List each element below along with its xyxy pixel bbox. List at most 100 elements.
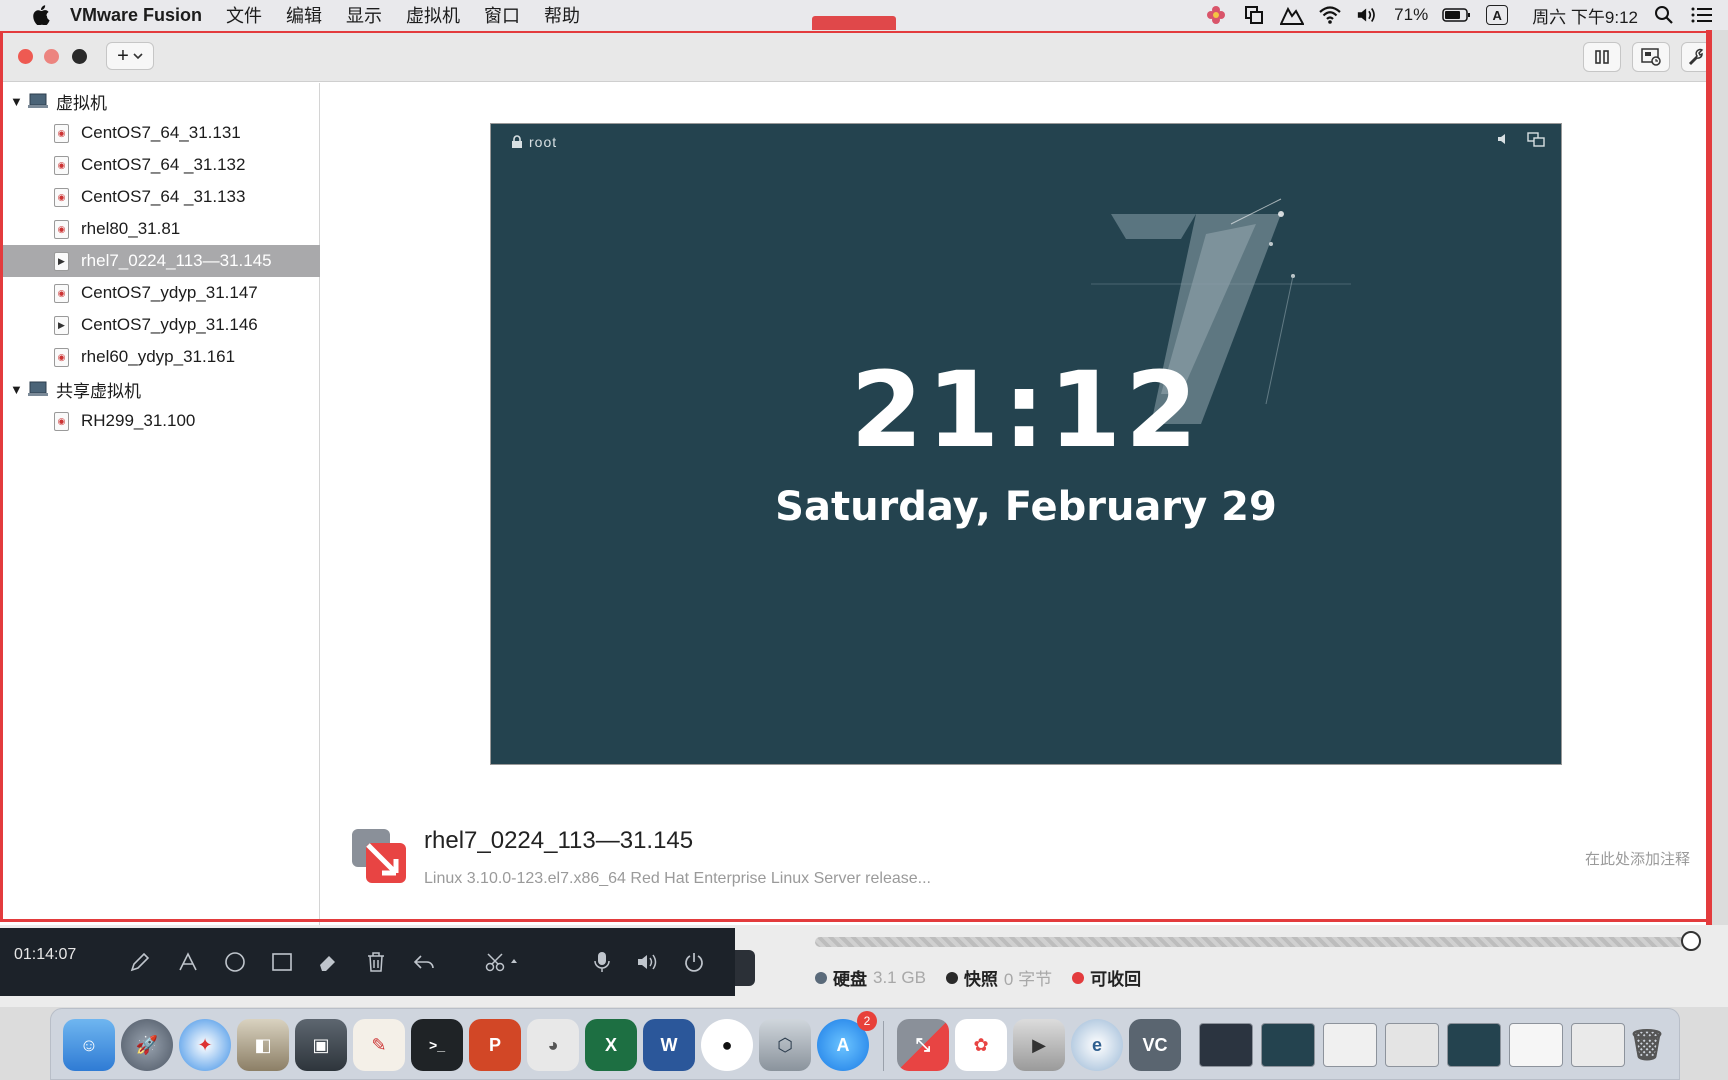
finder-icon[interactable]: ☺ — [63, 1019, 115, 1071]
vm-item-label: rhel60_ydyp_31.161 — [81, 347, 236, 366]
textedit-icon[interactable]: ✎ — [353, 1019, 405, 1071]
trash-icon[interactable]: 🗑 — [1621, 1019, 1673, 1071]
snapshot-label: 快照 — [963, 970, 998, 989]
vm-item[interactable]: ◉ rhel60_ydyp_31.161 — [0, 341, 320, 373]
wechat-icon[interactable]: ◕ — [527, 1019, 579, 1071]
window-thumbnail[interactable] — [1509, 1023, 1563, 1067]
group-virtual-machines[interactable]: ▼ 虚拟机 — [0, 85, 320, 117]
window-toolbar: + — [0, 30, 1712, 82]
window-minimize-button[interactable] — [44, 49, 59, 64]
group-label: 共享虚拟机 — [56, 381, 141, 401]
recorder-toolbar-handle[interactable] — [735, 950, 755, 986]
spotlight-search-icon[interactable] — [1652, 4, 1676, 26]
menu-file[interactable]: 文件 — [226, 2, 262, 28]
storage-legend: 硬盘 3.1 GB 快照 0 字节 可收回 — [815, 965, 1141, 990]
rectangle-tool-icon[interactable] — [268, 948, 296, 976]
window-thumbnail[interactable] — [1323, 1023, 1377, 1067]
window-thumbnail[interactable] — [1385, 1023, 1439, 1067]
menu-view[interactable]: 显示 — [346, 2, 382, 28]
power-icon[interactable] — [680, 948, 708, 976]
flower-app-icon[interactable]: ✿ — [955, 1019, 1007, 1071]
word-icon[interactable]: W — [643, 1019, 695, 1071]
qq-icon[interactable]: ● — [701, 1019, 753, 1071]
vm-item[interactable]: ◉ RH299_31.100 — [0, 405, 320, 437]
app-name[interactable]: VMware Fusion — [70, 5, 202, 26]
input-source-badge[interactable]: A — [1486, 5, 1509, 25]
group-shared-virtual-machines[interactable]: ▼ 共享虚拟机 — [0, 373, 320, 405]
vm-item[interactable]: ◉ CentOS7_64 _31.132 — [0, 149, 320, 181]
vm-stopped-icon: ◉ — [54, 219, 69, 239]
menu-window[interactable]: 窗口 — [484, 2, 520, 28]
vm-item[interactable]: ◉ rhel80_31.81 — [0, 213, 320, 245]
add-vm-button[interactable]: + — [106, 42, 154, 70]
refresh-icon[interactable] — [1681, 931, 1701, 951]
vm-item-selected[interactable]: ▶ rhel7_0224_113—31.145 — [0, 245, 320, 277]
lock-screen-time: 21:12 — [850, 349, 1202, 471]
volume-icon[interactable] — [1356, 4, 1380, 26]
menubar-clock[interactable]: 周六 下午9:12 — [1532, 3, 1638, 28]
recording-region-edge — [1706, 30, 1712, 925]
vm-item[interactable]: ◉ CentOS7_64 _31.133 — [0, 181, 320, 213]
preview-icon[interactable]: ◧ — [237, 1019, 289, 1071]
vm-item[interactable]: ▶ CentOS7_ydyp_31.146 — [0, 309, 320, 341]
battery-icon[interactable] — [1442, 4, 1472, 26]
vmware-fusion-logo-icon — [352, 829, 406, 883]
vm-item-label: RH299_31.100 — [81, 411, 196, 430]
add-label: + — [117, 44, 129, 67]
vm-stopped-icon: ◉ — [54, 347, 69, 367]
apple-menu-icon[interactable] — [26, 5, 56, 25]
media-player-icon[interactable]: ▶ — [1013, 1019, 1065, 1071]
disclosure-triangle-icon[interactable]: ▼ — [10, 94, 26, 109]
menu-virtual-machine[interactable]: 虚拟机 — [406, 2, 460, 28]
vm-item[interactable]: ◉ CentOS7_64_31.131 — [0, 117, 320, 149]
powerpoint-icon[interactable]: P — [469, 1019, 521, 1071]
pen-icon[interactable] — [126, 948, 154, 976]
notification-center-icon[interactable] — [1690, 4, 1714, 26]
lock-screen-date: Saturday, February 29 — [775, 484, 1277, 530]
mountain-tray-icon[interactable] — [1280, 4, 1305, 26]
menu-edit[interactable]: 编辑 — [286, 2, 322, 28]
facetime-icon[interactable]: ▣ — [295, 1019, 347, 1071]
safari-icon[interactable]: ✦ — [179, 1019, 231, 1071]
text-tool-icon[interactable] — [174, 948, 202, 976]
vm-item-label: rhel7_0224_113—31.145 — [81, 251, 272, 270]
window-thumbnail[interactable] — [1447, 1023, 1501, 1067]
window-thumbnail[interactable] — [1199, 1023, 1253, 1067]
disclosure-triangle-icon[interactable]: ▼ — [10, 382, 26, 397]
virtualbox-icon[interactable]: ⬡ — [759, 1019, 811, 1071]
vm-console-preview[interactable]: root 21:12 Saturday, February 29 — [490, 123, 1562, 765]
window-zoom-button[interactable] — [72, 49, 87, 64]
menu-help[interactable]: 帮助 — [544, 2, 580, 28]
snapshots-button[interactable] — [1632, 42, 1670, 72]
chevron-down-icon — [133, 53, 143, 60]
window-close-button[interactable] — [18, 49, 33, 64]
suspend-button[interactable] — [1583, 42, 1621, 72]
storage-usage-bar — [815, 937, 1685, 947]
vm-os-description: Linux 3.10.0-123.el7.x86_64 Red Hat Ente… — [424, 870, 931, 887]
circle-tool-icon[interactable] — [221, 948, 249, 976]
vm-item-label: CentOS7_64 _31.133 — [81, 187, 246, 206]
excel-icon[interactable]: X — [585, 1019, 637, 1071]
eraser-icon[interactable] — [314, 948, 342, 976]
computer-icon — [28, 381, 48, 396]
edge-browser-icon[interactable]: e — [1071, 1019, 1123, 1071]
vm-running-icon: ▶ — [54, 251, 69, 271]
microphone-icon[interactable] — [588, 948, 616, 976]
terminal-icon[interactable]: >_ — [411, 1019, 463, 1071]
scissors-icon[interactable] — [482, 948, 522, 976]
speaker-icon[interactable] — [634, 948, 662, 976]
vc-app-icon[interactable]: VC — [1129, 1019, 1181, 1071]
vm-name: rhel7_0224_113—31.145 — [424, 827, 694, 854]
copy-tray-icon[interactable] — [1242, 4, 1266, 26]
trash-icon[interactable] — [362, 948, 390, 976]
launchpad-icon[interactable]: 🚀 — [121, 1019, 173, 1071]
undo-icon[interactable] — [410, 948, 438, 976]
vm-item[interactable]: ◉ CentOS7_ydyp_31.147 — [0, 277, 320, 309]
window-thumbnail[interactable] — [1571, 1023, 1625, 1067]
network-icon — [1527, 132, 1545, 147]
notes-field[interactable]: 在此处添加注释 — [1585, 848, 1690, 869]
flower-tray-icon[interactable] — [1204, 4, 1228, 26]
window-thumbnail[interactable] — [1261, 1023, 1315, 1067]
wifi-icon[interactable] — [1318, 4, 1342, 26]
vmware-fusion-icon[interactable]: ⤡ — [897, 1019, 949, 1071]
